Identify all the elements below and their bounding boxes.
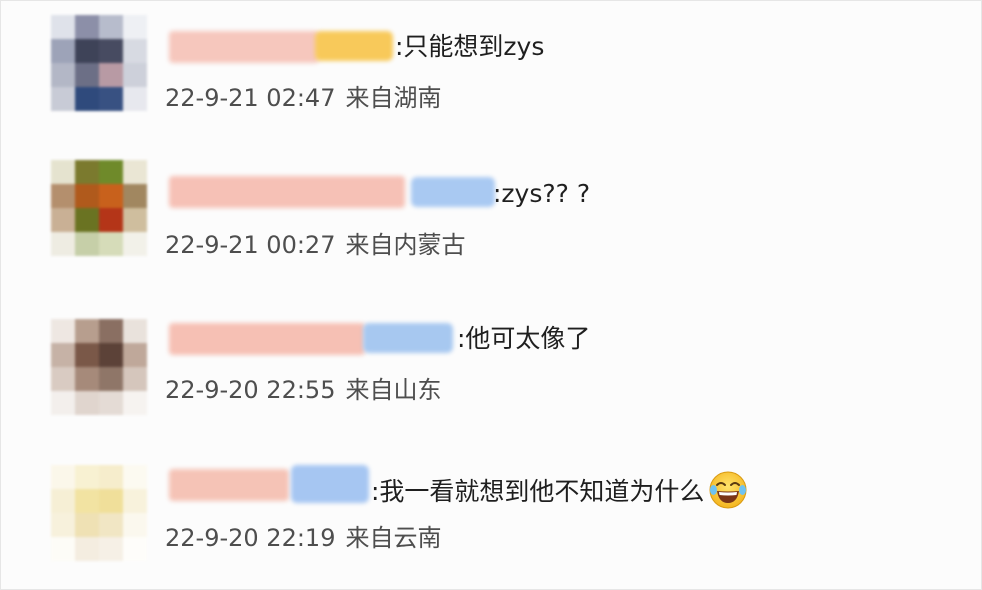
comment-location: 来自内蒙古 xyxy=(345,231,466,259)
comment-location: 来自云南 xyxy=(345,524,442,552)
comment-item: :我一看就想到他不知道为什么 22-9-20 22:19 来自云南 xyxy=(1,451,982,590)
comment-item: :zys?? ? 22-9-21 00:27 来自内蒙古 xyxy=(1,146,982,286)
comment-item: :只能想到zys 22-9-21 02:47 来自湖南 xyxy=(1,1,982,141)
comment-meta: 22-9-21 00:27 来自内蒙古 xyxy=(165,230,465,260)
comment-location: 来自湖南 xyxy=(345,84,442,112)
comment-meta: 22-9-21 02:47 来自湖南 xyxy=(165,83,441,113)
comment-time: 22-9-20 22:19 xyxy=(165,524,336,552)
avatar[interactable] xyxy=(51,319,147,415)
username-blurred[interactable] xyxy=(169,469,289,501)
comment-time: 22-9-21 00:27 xyxy=(165,231,336,259)
comment-text: :他可太像了 xyxy=(457,324,591,353)
comment-time: 22-9-20 22:55 xyxy=(165,376,336,404)
comment-meta: 22-9-20 22:19 来自云南 xyxy=(165,523,441,553)
avatar[interactable] xyxy=(51,465,147,561)
username-blurred[interactable] xyxy=(169,176,405,208)
laughing-crying-emoji-icon xyxy=(708,470,748,510)
user-handle-blurred[interactable] xyxy=(315,31,393,61)
user-handle-blurred[interactable] xyxy=(291,465,369,503)
user-handle-blurred[interactable] xyxy=(363,323,453,353)
comment-text: :我一看就想到他不知道为什么 xyxy=(371,470,748,513)
username-blurred[interactable] xyxy=(169,323,365,355)
comment-text: :只能想到zys xyxy=(395,32,545,61)
comment-text: :zys?? ? xyxy=(493,179,591,208)
comment-meta: 22-9-20 22:55 来自山东 xyxy=(165,375,441,405)
comment-item: :他可太像了 22-9-20 22:55 来自山东 xyxy=(1,301,982,441)
comment-text-content: :我一看就想到他不知道为什么 xyxy=(371,477,705,506)
avatar[interactable] xyxy=(51,160,147,256)
comment-list: :只能想到zys 22-9-21 02:47 来自湖南 :zys?? ? 22-… xyxy=(0,0,982,590)
avatar[interactable] xyxy=(51,15,147,111)
comment-location: 来自山东 xyxy=(345,376,442,404)
username-blurred[interactable] xyxy=(169,31,319,63)
user-handle-blurred[interactable] xyxy=(411,177,495,207)
comment-time: 22-9-21 02:47 xyxy=(165,84,336,112)
